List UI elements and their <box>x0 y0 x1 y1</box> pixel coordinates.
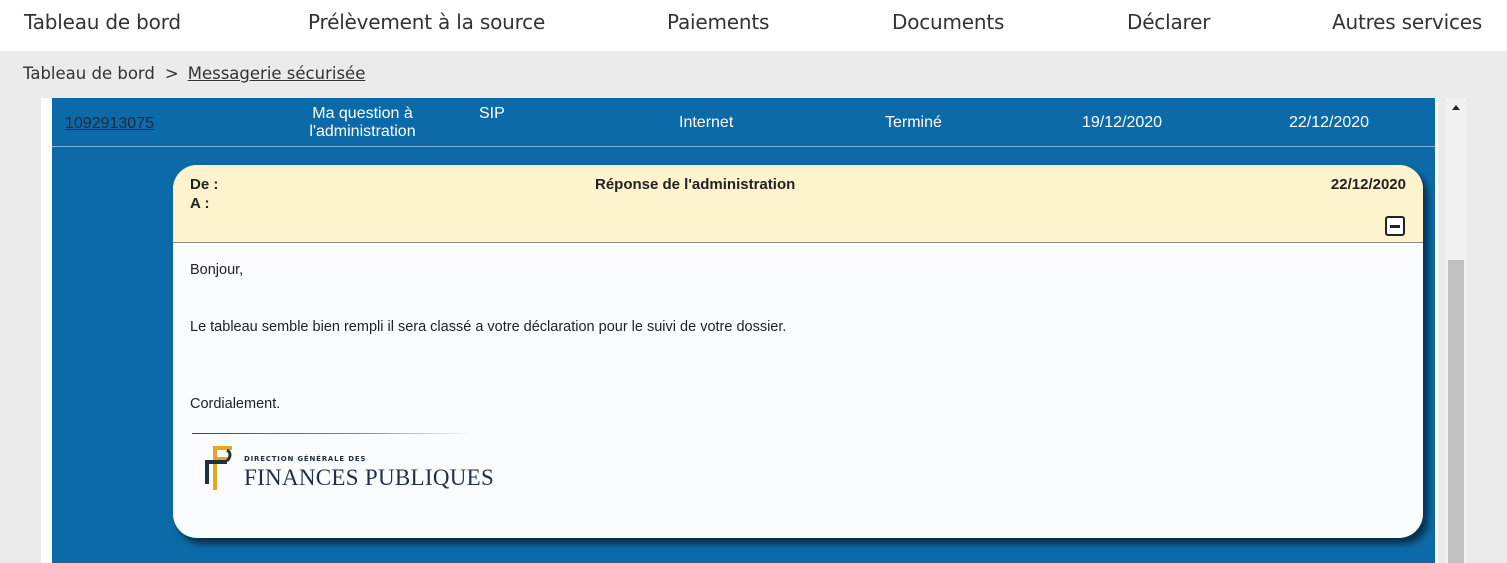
scrollbar-thumb[interactable] <box>1448 260 1464 563</box>
reply-title: Réponse de l'administration <box>595 176 796 193</box>
reply-closing: Cordialement. <box>190 396 281 412</box>
nav-item-documents[interactable]: Documents <box>892 10 1004 34</box>
vertical-scrollbar[interactable] <box>1446 98 1466 563</box>
reply-card: De : A : Réponse de l'administration 22/… <box>173 165 1423 538</box>
breadcrumb: Tableau de bord > Messagerie sécurisée <box>23 64 365 83</box>
reply-greeting: Bonjour, <box>190 262 244 278</box>
triangle-up-icon[interactable] <box>1446 98 1466 118</box>
message-channel: Internet <box>679 114 734 131</box>
nav-item-declare[interactable]: Déclarer <box>1127 10 1210 34</box>
dgfip-logo-text-small: DIRECTION GÉNÉRALE DES <box>244 455 367 463</box>
dgfip-logo-mark <box>205 446 232 490</box>
message-subject: Ma question à l'administration <box>305 105 420 141</box>
nav-item-other-services[interactable]: Autres services <box>1332 10 1482 34</box>
collapse-button[interactable] <box>1385 216 1405 236</box>
nav-item-withholding-tax[interactable]: Prélèvement à la source <box>308 10 545 34</box>
dgfip-logo-text-big: FINANCES PUBLIQUES <box>244 465 495 490</box>
reply-date: 22/12/2020 <box>1330 176 1406 193</box>
message-service: SIP <box>479 105 505 122</box>
message-subject-line2: l'administration <box>309 123 416 140</box>
message-row[interactable]: 1092913075 Ma question à l'administratio… <box>52 98 1435 147</box>
reply-from-label: De : <box>190 176 219 193</box>
reply-to-label: A : <box>190 195 210 212</box>
nav-item-payments[interactable]: Paiements <box>667 10 769 34</box>
reply-header: De : A : Réponse de l'administration 22/… <box>173 165 1423 243</box>
signature-divider <box>192 433 472 434</box>
breadcrumb-home[interactable]: Tableau de bord <box>23 64 155 83</box>
nav-item-dashboard[interactable]: Tableau de bord <box>24 10 181 34</box>
message-created-date: 19/12/2020 <box>1082 114 1163 131</box>
reply-body-text: Le tableau semble bien rempli il sera cl… <box>190 319 787 335</box>
message-updated-date: 22/12/2020 <box>1289 114 1370 131</box>
message-reference-link[interactable]: 1092913075 <box>65 115 154 133</box>
dgfip-logo: DIRECTION GÉNÉRALE DES FINANCES PUBLIQUE… <box>200 444 494 494</box>
breadcrumb-current[interactable]: Messagerie sécurisée <box>188 64 366 83</box>
breadcrumb-separator: > <box>164 64 179 83</box>
message-status: Terminé <box>885 114 942 131</box>
message-subject-line1: Ma question à <box>312 105 413 122</box>
top-navigation: Tableau de bord Prélèvement à la source … <box>0 0 1507 51</box>
minus-square-icon <box>1390 225 1400 228</box>
